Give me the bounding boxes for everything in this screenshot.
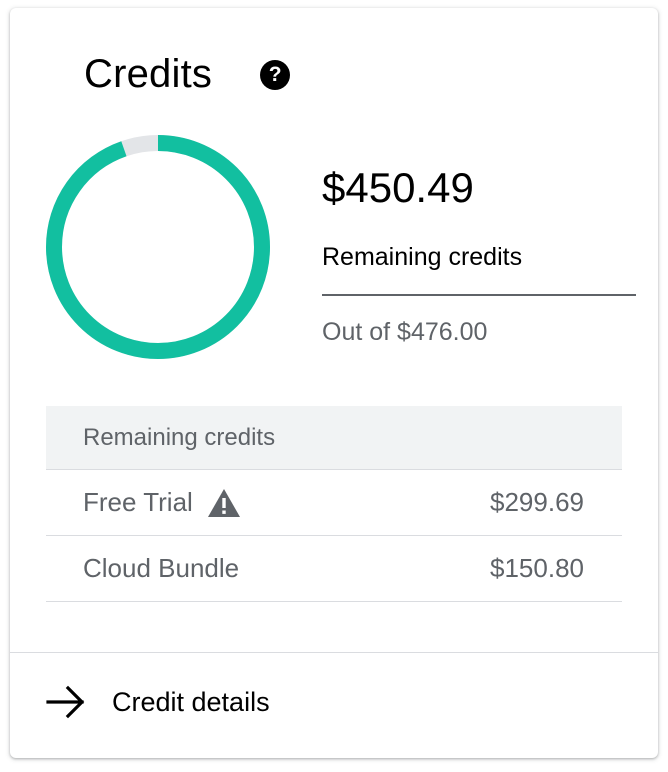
row-amount: $150.80 [490, 553, 584, 583]
credit-details-label: Credit details [112, 686, 270, 717]
row-name-cell: Cloud Bundle [83, 553, 239, 584]
warning-icon[interactable] [207, 488, 241, 518]
credits-table: Remaining credits Free Trial $299.69 Clo… [46, 406, 622, 602]
row-name-cell: Free Trial [83, 487, 241, 518]
help-icon[interactable]: ? [260, 59, 291, 90]
table-row-free-trial: Free Trial $299.69 [46, 470, 622, 536]
remaining-label: Remaining credits [322, 243, 636, 296]
row-name-label: Cloud Bundle [83, 553, 240, 583]
credits-summary: $450.49 Remaining credits Out of $476.00 [322, 163, 636, 347]
footer-divider [10, 652, 658, 653]
card-header: Credits ? [84, 52, 291, 97]
table-row-cloud-bundle: Cloud Bundle $150.80 [46, 536, 622, 602]
row-amount: $299.69 [490, 487, 584, 517]
row-name-label: Free Trial [83, 487, 193, 517]
table-header: Remaining credits [46, 406, 622, 470]
card-title: Credits [84, 52, 213, 96]
remaining-amount: $450.49 [322, 164, 474, 211]
credit-details-link[interactable]: Credit details [46, 682, 270, 722]
arrow-right-icon [46, 685, 85, 719]
donut-remaining-segment [46, 135, 270, 359]
total-credits: Out of $476.00 [322, 318, 488, 346]
credits-card: Credits ? $450.49 Remaining credits Out … [10, 8, 658, 758]
credits-donut-chart [46, 135, 270, 359]
